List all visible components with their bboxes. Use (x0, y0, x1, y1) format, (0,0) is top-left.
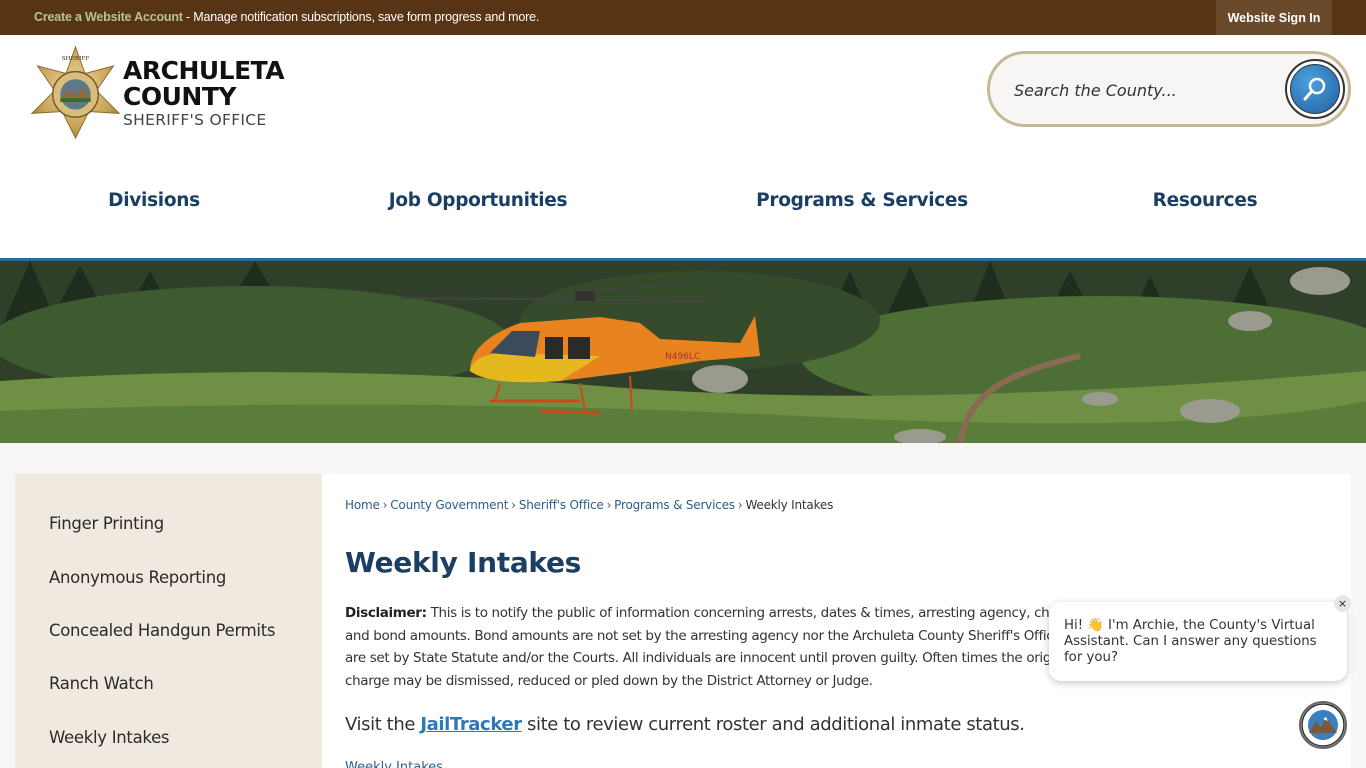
nav-item-resources[interactable]: Resources (1153, 190, 1258, 211)
sidebar-nav: Finger Printing Anonymous Reporting Conc… (15, 474, 322, 768)
nav-item-divisions[interactable]: Divisions (108, 190, 200, 211)
search-input[interactable] (1014, 76, 1274, 104)
weekly-intakes-document-link[interactable]: Weekly Intakes (345, 760, 443, 768)
visit-prefix: Visit the (345, 714, 421, 735)
chat-avatar-button[interactable] (1299, 701, 1347, 749)
breadcrumb-programs-services[interactable]: Programs & Services (614, 498, 735, 512)
account-message-text: - Manage notification subscriptions, sav… (182, 10, 540, 24)
page-title: Weekly Intakes (345, 546, 582, 579)
disclaimer-body: This is to notify the public of informat… (345, 605, 1098, 689)
logo-line-county: COUNTY (123, 82, 236, 111)
sidebar-item-ranch-watch[interactable]: Ranch Watch (49, 674, 154, 693)
county-seal-icon (1301, 703, 1345, 747)
logo-line-office: SHERIFF'S OFFICE (123, 111, 267, 129)
breadcrumb-separator: › (382, 498, 388, 512)
sheriff-star-badge-icon: SHERIFF (30, 45, 121, 140)
site-logo[interactable]: SHERIFF ARCHULETA COUNTY SHERIFF'S OFFIC… (28, 45, 298, 140)
nav-item-job-opportunities[interactable]: Job Opportunities (389, 190, 568, 211)
magnifier-icon (1303, 77, 1326, 101)
svg-text:SHERIFF: SHERIFF (62, 56, 89, 62)
website-sign-in-button[interactable]: Website Sign In (1216, 0, 1332, 35)
sidebar-item-weekly-intakes[interactable]: Weekly Intakes (49, 728, 170, 747)
disclaimer-text: Disclaimer: This is to notify the public… (345, 602, 1105, 692)
sidebar-item-concealed-handgun-permits[interactable]: Concealed Handgun Permits (49, 621, 275, 640)
hero-banner-image: N496LC (0, 261, 1366, 443)
breadcrumb-home[interactable]: Home (345, 498, 380, 512)
jailtracker-paragraph: Visit the JailTracker site to review cur… (345, 714, 1025, 735)
breadcrumb-county-government[interactable]: County Government (390, 498, 508, 512)
sidebar-item-finger-printing[interactable]: Finger Printing (49, 514, 164, 533)
create-account-link[interactable]: Create a Website Account (34, 10, 183, 24)
main-navigation: Divisions Job Opportunities Programs & S… (0, 185, 1366, 219)
visit-suffix: site to review current roster and additi… (521, 714, 1025, 735)
sidebar-item-anonymous-reporting[interactable]: Anonymous Reporting (49, 568, 226, 587)
search-button[interactable] (1285, 59, 1345, 119)
search-box (987, 51, 1351, 127)
breadcrumb-current: Weekly Intakes (745, 498, 834, 512)
breadcrumb-separator: › (511, 498, 516, 512)
hero-scene: N496LC (0, 261, 1366, 443)
chat-message: Hi! 👋 I'm Archie, the County's Virtual A… (1064, 618, 1317, 665)
breadcrumb: Home › County Government › Sheriff's Office ›… (345, 498, 833, 512)
page-gutter (1351, 474, 1366, 768)
top-utility-bar: Create a Website Account - Manage notifi… (0, 0, 1366, 35)
svg-text:N496LC: N496LC (665, 352, 700, 362)
account-message: Create a Website Account - Manage notifi… (34, 10, 539, 24)
site-header: SHERIFF ARCHULETA COUNTY SHERIFF'S OFFIC… (0, 35, 1366, 259)
breadcrumb-separator: › (606, 498, 612, 512)
chat-close-button[interactable]: × (1334, 595, 1351, 612)
nav-item-programs-services[interactable]: Programs & Services (756, 190, 968, 211)
chat-assistant-popup[interactable]: Hi! 👋 I'm Archie, the County's Virtual A… (1049, 602, 1347, 681)
disclaimer-label: Disclaimer: (345, 605, 427, 621)
jailtracker-link[interactable]: JailTracker (420, 714, 522, 735)
logo-line-county-name: ARCHULETA (123, 56, 285, 85)
breadcrumb-sheriffs-office[interactable]: Sheriff's Office (519, 498, 604, 512)
breadcrumb-separator: › (737, 498, 743, 512)
